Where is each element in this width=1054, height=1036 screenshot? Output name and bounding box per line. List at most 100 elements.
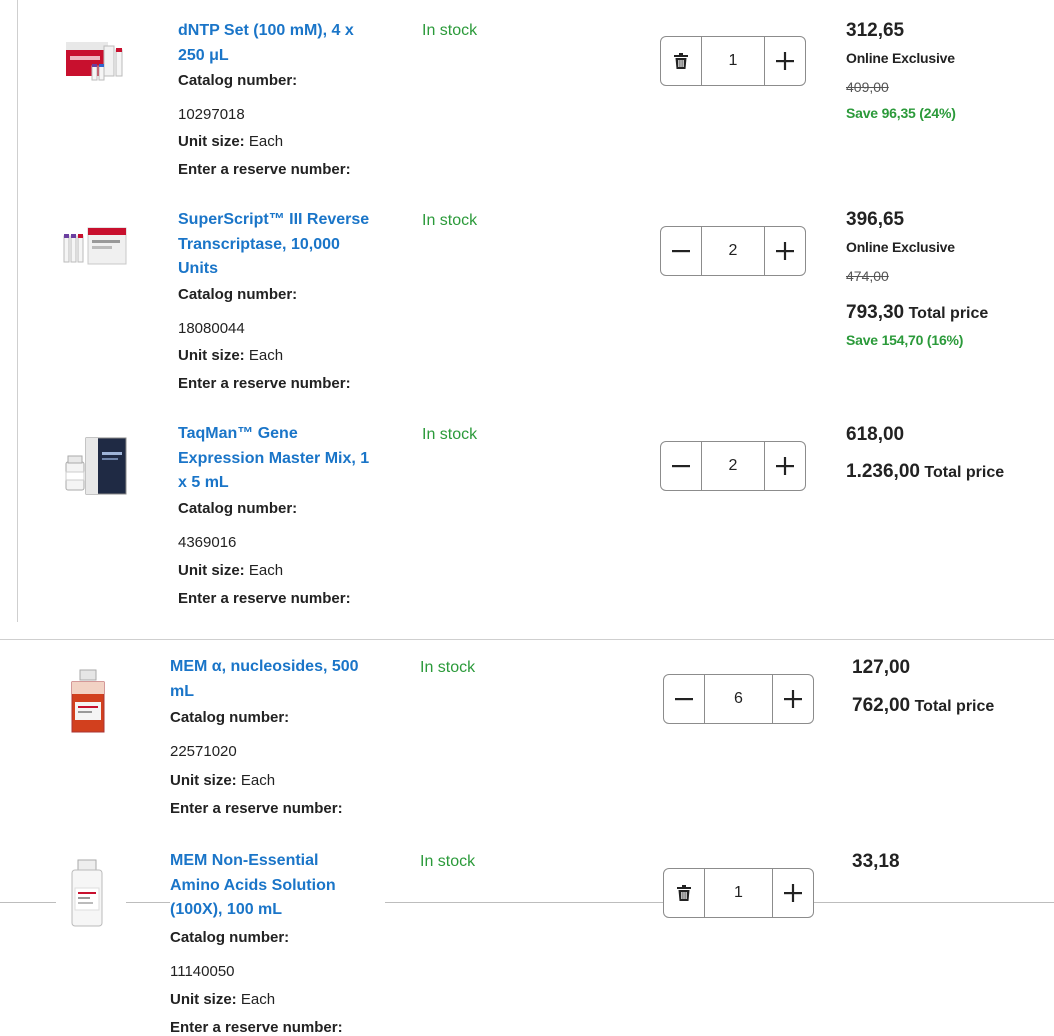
quantity-input[interactable]: 2 — [701, 442, 765, 490]
product-image[interactable] — [62, 218, 132, 288]
stock-status: In stock — [422, 22, 478, 39]
quantity-stepper: 1 — [663, 868, 814, 918]
reserve-number-label[interactable]: Enter a reserve number: — [178, 590, 351, 607]
decrement-button[interactable] — [661, 442, 701, 490]
product-name-link[interactable]: TaqMan™ Gene Expression Master Mix, 1 x … — [178, 422, 393, 496]
stock-status: In stock — [420, 659, 476, 676]
total-price-value: 793,30 — [846, 302, 905, 323]
product-name-line: TaqMan™ Gene — [178, 425, 298, 442]
remove-item-button[interactable] — [661, 37, 701, 85]
quantity-input[interactable]: 6 — [704, 675, 773, 723]
catalog-number: 22571020 — [170, 743, 237, 760]
unit-size-label: Unit size: — [170, 772, 237, 789]
product-name-line: dNTP Set (100 mM), 4 x — [178, 22, 354, 39]
cart-group-divider — [17, 0, 18, 622]
reserve-number-label[interactable]: Enter a reserve number: — [170, 800, 343, 817]
catalog-number-label: Catalog number: — [178, 72, 298, 89]
catalog-number-label: Catalog number: — [170, 929, 290, 946]
increment-button[interactable] — [773, 675, 813, 723]
catalog-number-label: Catalog number: — [178, 500, 298, 517]
increment-button[interactable] — [765, 37, 805, 85]
total-price: 762,00 Total price — [852, 695, 994, 717]
trash-icon — [677, 885, 691, 901]
unit-size-value: Each — [240, 991, 276, 1008]
unit-size-value: Each — [240, 772, 276, 789]
plus-icon — [776, 457, 794, 475]
plus-icon — [776, 242, 794, 260]
quantity-stepper: 2 — [660, 226, 806, 276]
trash-icon — [674, 53, 688, 69]
total-price-label: Total price — [908, 305, 989, 322]
quantity-input[interactable]: 1 — [704, 869, 773, 917]
cart-group-separator — [0, 639, 1054, 640]
plus-icon — [784, 884, 802, 902]
total-price-value: 1.236,00 — [846, 461, 920, 482]
stock-status: In stock — [420, 853, 476, 870]
product-name-link[interactable]: MEM Non-Essential Amino Acids Solution (… — [170, 849, 385, 923]
quantity-stepper: 6 — [663, 674, 814, 724]
total-price: 793,30 Total price — [846, 302, 988, 324]
quantity-input[interactable]: 2 — [701, 227, 765, 275]
product-name-line: Transcriptase, 10,000 — [178, 235, 340, 253]
reserve-number-label[interactable]: Enter a reserve number: — [178, 375, 351, 392]
sticky-bar-separator — [0, 902, 1054, 903]
total-price-label: Total price — [914, 698, 995, 715]
savings-text: Save 154,70 (16%) — [846, 332, 964, 348]
product-name-line: MEM Non-Essential — [170, 852, 319, 869]
product-image[interactable] — [54, 668, 124, 738]
quantity-stepper: 2 — [660, 441, 806, 491]
remove-item-button[interactable] — [664, 869, 704, 917]
unit-size-label: Unit size: — [178, 133, 245, 150]
catalog-number: 4369016 — [178, 534, 237, 551]
unit-size: Unit size: Each — [170, 772, 275, 789]
unit-price: 33,18 — [852, 851, 900, 872]
decrement-button[interactable] — [661, 227, 701, 275]
increment-button[interactable] — [765, 442, 805, 490]
savings-text: Save 96,35 (24%) — [846, 105, 956, 121]
unit-size-value: Each — [248, 347, 284, 364]
unit-price: 127,00 — [852, 657, 911, 678]
decrement-button[interactable] — [664, 675, 704, 723]
list-price: 409,00 — [846, 79, 889, 95]
product-name-link[interactable]: SuperScript™ III Reverse Transcriptase, … — [178, 208, 393, 282]
product-name-line: 250 μL — [178, 46, 229, 64]
product-name-line: SuperScript™ III Reverse — [178, 211, 370, 228]
unit-price: 396,65 — [846, 209, 905, 230]
unit-size-value: Each — [248, 133, 284, 150]
increment-button[interactable] — [773, 869, 813, 917]
catalog-number: 18080044 — [178, 320, 245, 337]
product-name-line: (100X), 100 mL — [170, 901, 283, 918]
product-image[interactable] — [62, 28, 132, 98]
increment-button[interactable] — [765, 227, 805, 275]
stock-status: In stock — [422, 212, 478, 229]
total-price-label: Total price — [924, 464, 1005, 481]
product-name-line: x 5 mL — [178, 474, 229, 491]
quantity-stepper: 1 — [660, 36, 806, 86]
unit-size: Unit size: Each — [178, 133, 283, 150]
list-price: 474,00 — [846, 268, 889, 284]
catalog-number: 10297018 — [178, 106, 245, 123]
product-name-line: Amino Acids Solution — [170, 876, 336, 894]
catalog-number-label: Catalog number: — [178, 286, 298, 303]
product-name-line: mL — [170, 682, 194, 700]
product-name-line: MEM α, nucleosides, 500 — [170, 658, 359, 675]
unit-size: Unit size: Each — [170, 991, 275, 1008]
product-name-link[interactable]: MEM α, nucleosides, 500 mL — [170, 655, 385, 704]
catalog-number: 11140050 — [170, 963, 235, 980]
reserve-number-label[interactable]: Enter a reserve number: — [170, 1019, 343, 1036]
stock-status: In stock — [422, 426, 478, 443]
unit-size-label: Unit size: — [178, 562, 245, 579]
product-image[interactable] — [56, 858, 126, 928]
minus-icon — [675, 698, 693, 701]
product-name-link[interactable]: dNTP Set (100 mM), 4 x 250 μL — [178, 19, 393, 68]
plus-icon — [784, 690, 802, 708]
quantity-input[interactable]: 1 — [701, 37, 765, 85]
reserve-number-label[interactable]: Enter a reserve number: — [178, 161, 351, 178]
total-price: 1.236,00 Total price — [846, 461, 1004, 483]
plus-icon — [776, 52, 794, 70]
unit-size-label: Unit size: — [178, 347, 245, 364]
minus-icon — [672, 250, 690, 253]
product-image[interactable] — [62, 432, 132, 502]
unit-price: 312,65 — [846, 20, 905, 41]
total-price-value: 762,00 — [852, 695, 911, 716]
